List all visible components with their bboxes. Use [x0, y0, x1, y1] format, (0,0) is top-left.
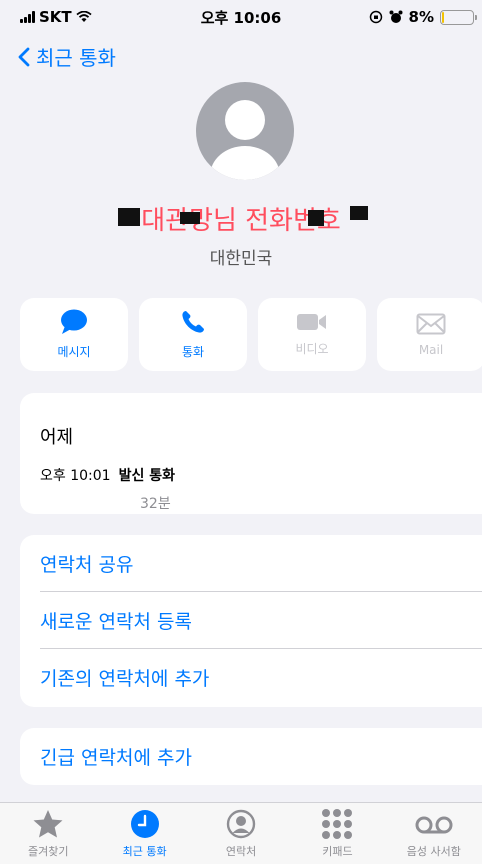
video-label: 비디오 — [295, 342, 329, 356]
tab-label: 키패드 — [322, 845, 353, 858]
redaction-mark — [308, 210, 324, 226]
history-row: 오후 10:01 발신 통화 — [40, 465, 482, 485]
alarm-icon — [389, 10, 403, 23]
orientation-lock-icon — [369, 10, 382, 24]
tab-recents[interactable]: 최근 통화 — [96, 803, 192, 864]
tab-voicemail[interactable]: 음성 사서함 — [386, 803, 482, 864]
status-right: 8% — [369, 8, 477, 26]
message-icon — [61, 309, 87, 334]
video-icon — [297, 314, 326, 330]
share-contact-button[interactable]: 연락처 공유 — [40, 535, 482, 592]
call-button[interactable]: 통화 — [139, 298, 247, 371]
create-new-contact-button[interactable]: 새로운 연락처 등록 — [40, 592, 482, 649]
message-button[interactable]: 메시지 — [20, 298, 128, 371]
tab-label: 연락처 — [225, 845, 257, 858]
history-duration: 32분 — [140, 496, 171, 512]
battery-icon — [440, 9, 477, 25]
clock-icon — [130, 810, 159, 838]
chevron-left-icon — [18, 47, 30, 66]
emergency-card: 긴급 연락처에 추가 — [20, 728, 482, 785]
contact-name: 대관망님 전화번호 — [141, 206, 341, 236]
person-circle-icon — [226, 809, 256, 839]
video-button[interactable]: 비디오 — [258, 298, 366, 371]
star-icon — [33, 810, 63, 838]
call-history-card: 어제 오후 10:01 발신 통화 32분 — [20, 393, 482, 514]
action-buttons: 메시지 통화 비디오 Mail — [20, 298, 482, 371]
tab-contacts[interactable]: 연락처 — [193, 803, 289, 864]
contact-options-card: 연락처 공유 새로운 연락처 등록 기존의 연락처에 추가 — [20, 535, 482, 707]
message-label: 메시지 — [57, 345, 91, 359]
tab-bar: 즐겨찾기 최근 통화 연락처 키패드 음성 사서함 — [0, 802, 482, 864]
back-button[interactable]: 최근 통화 — [18, 42, 116, 71]
tab-favorites[interactable]: 즐겨찾기 — [0, 803, 96, 864]
redaction-mark — [180, 212, 200, 224]
mail-button[interactable]: Mail — [377, 298, 482, 371]
mail-icon — [416, 313, 446, 334]
call-label: 통화 — [181, 345, 205, 359]
add-emergency-contact-button[interactable]: 긴급 연락처에 추가 — [40, 728, 482, 785]
history-time: 오후 10:01 — [40, 468, 111, 484]
tab-label: 음성 사서함 — [406, 845, 461, 858]
redaction-mark — [350, 206, 368, 220]
tab-keypad[interactable]: 키패드 — [289, 803, 385, 864]
status-bar: SKT 오후 10:06 8% — [0, 0, 482, 34]
voicemail-icon — [415, 816, 453, 834]
mail-label: Mail — [418, 342, 444, 357]
redaction-mark — [118, 208, 140, 226]
battery-percent: 8% — [408, 8, 434, 26]
phone-icon — [182, 311, 204, 333]
tab-label: 즐겨찾기 — [27, 845, 69, 858]
contact-avatar — [196, 82, 294, 180]
keypad-icon — [322, 809, 353, 839]
history-day: 어제 — [40, 427, 74, 448]
history-type: 발신 통화 — [118, 468, 175, 484]
contact-country: 대한민국 — [209, 249, 273, 269]
add-to-existing-contact-button[interactable]: 기존의 연락처에 추가 — [40, 649, 482, 706]
tab-label: 최근 통화 — [122, 845, 167, 858]
back-label: 최근 통화 — [36, 46, 116, 70]
